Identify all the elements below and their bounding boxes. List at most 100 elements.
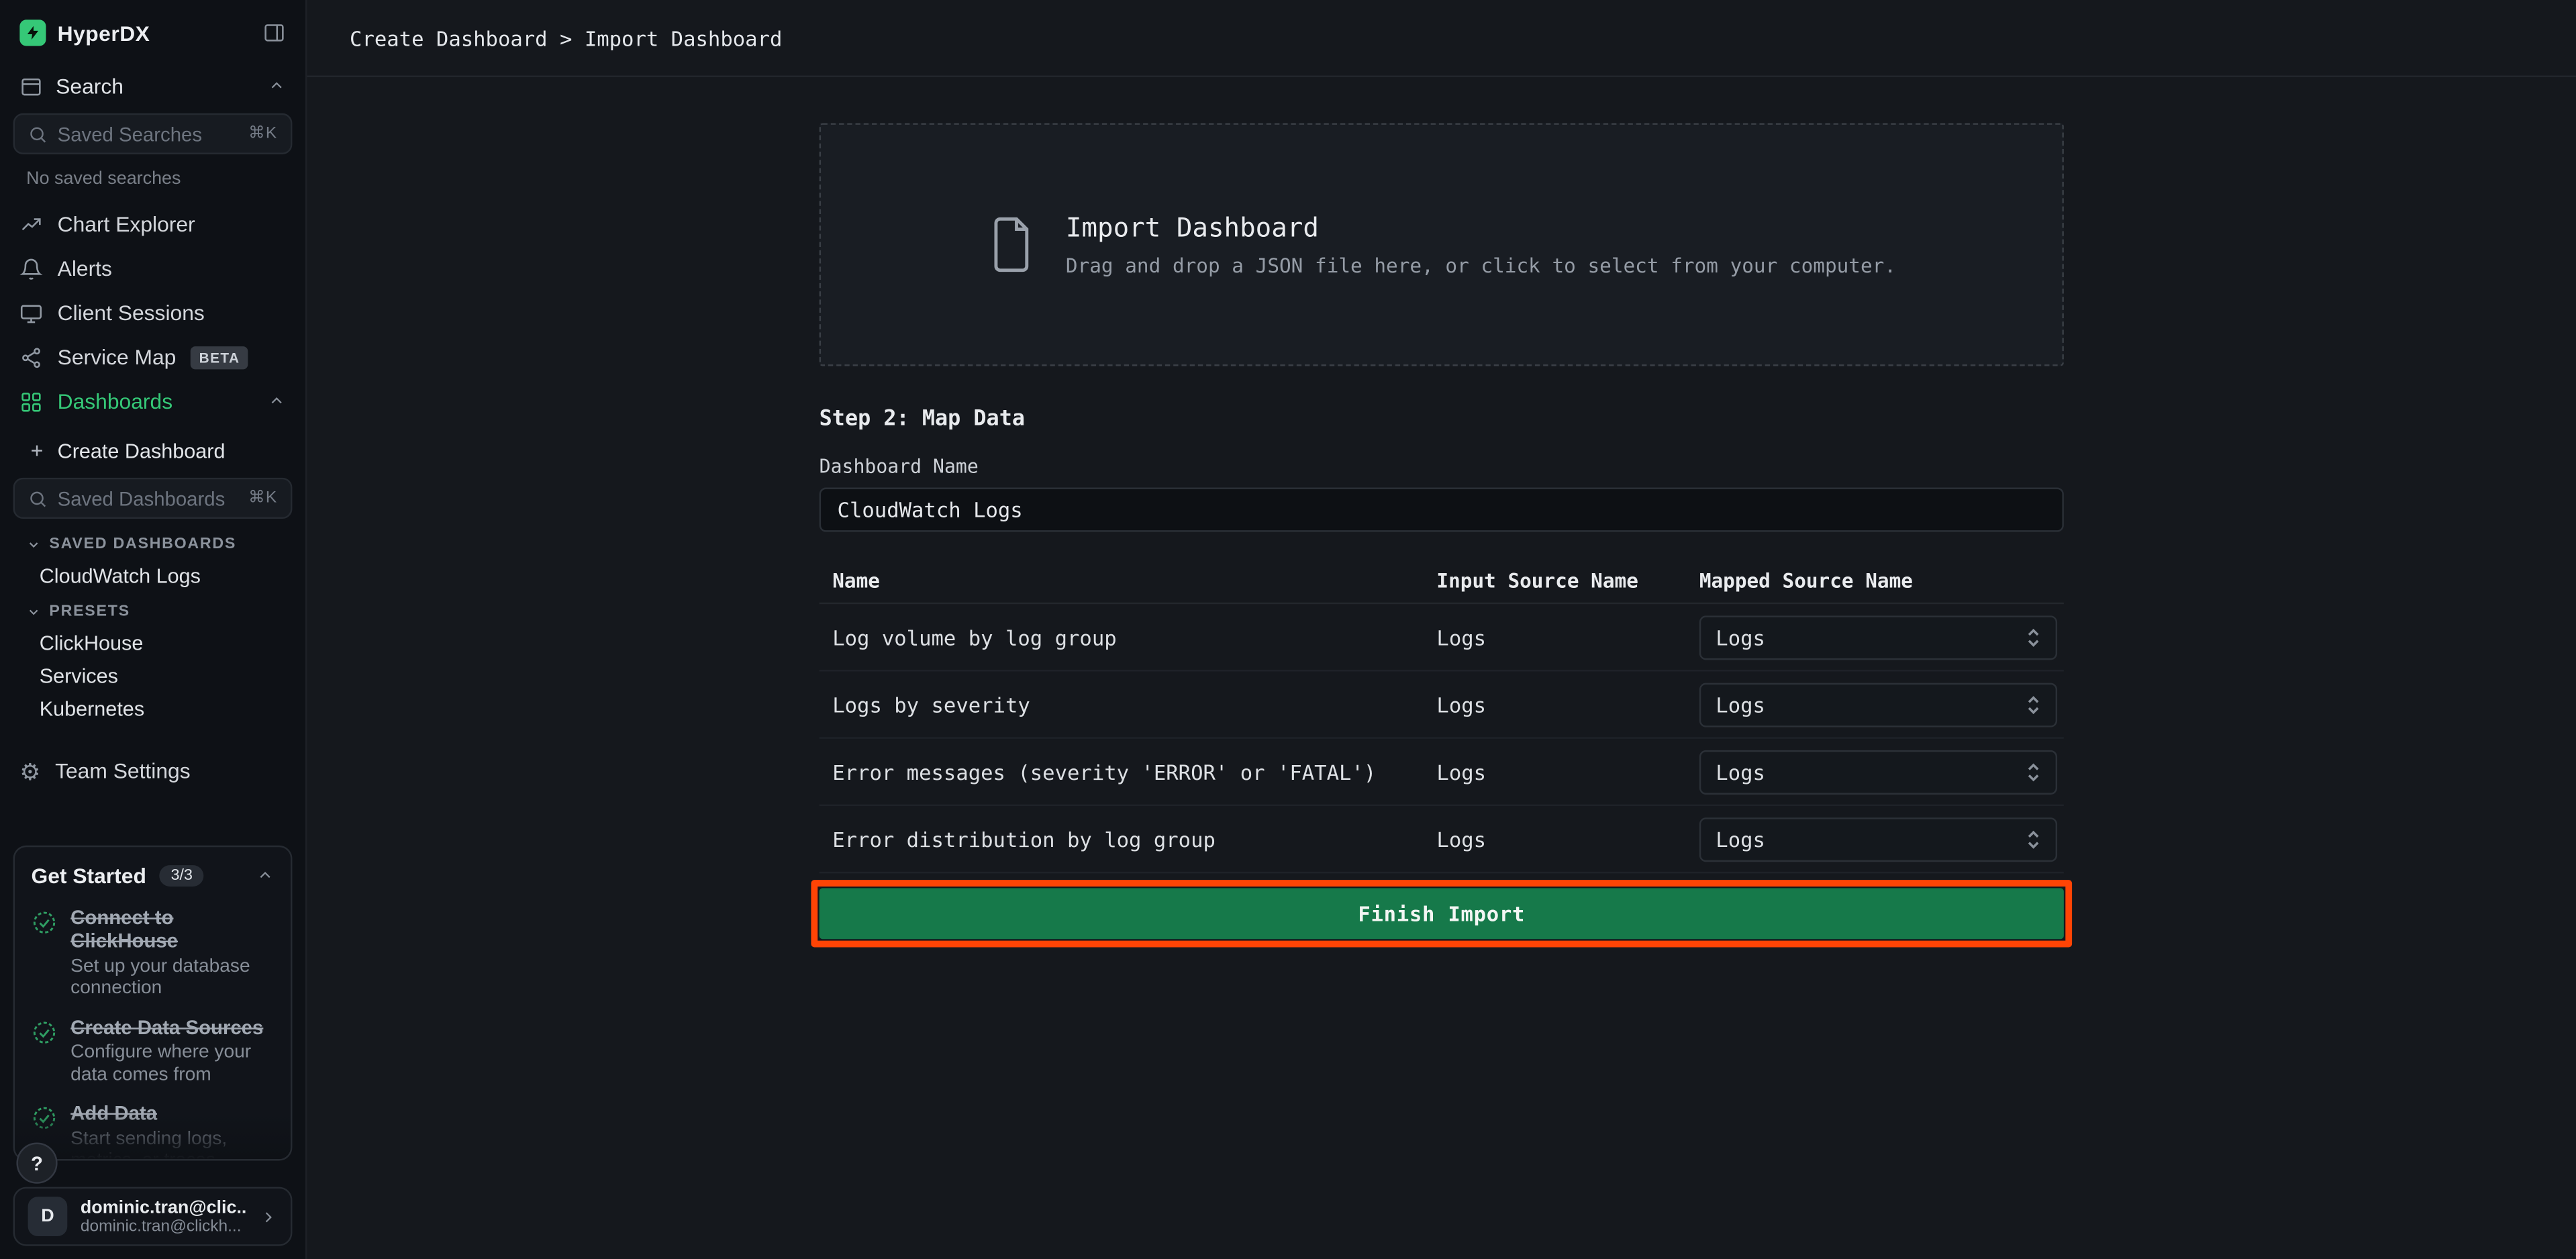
create-dashboard-button[interactable]: Create Dashboard — [0, 428, 305, 472]
saved-searches-input[interactable]: Saved Searches ⌘K — [13, 113, 293, 154]
dashboard-name-label: Dashboard Name — [820, 455, 2064, 478]
dropzone-subtitle: Drag and drop a JSON file here, or click… — [1066, 254, 1896, 277]
col-header-input-source: Input Source Name — [1436, 570, 1699, 593]
brand-title: HyperDX — [58, 21, 150, 46]
table-row: Logs by severity Logs Logs — [820, 671, 2064, 738]
saved-dashboard-item[interactable]: CloudWatch Logs — [0, 560, 305, 593]
table-row: Error distribution by log group Logs Log… — [820, 806, 2064, 873]
sidebar-item-team-settings[interactable]: ⚙ Team Settings — [0, 748, 305, 793]
chevron-down-icon — [26, 604, 41, 619]
mapped-source-select[interactable]: Logs — [1699, 817, 2057, 861]
table-header-row: Name Input Source Name Mapped Source Nam… — [820, 560, 2064, 604]
table-row: Error messages (severity 'ERROR' or 'FAT… — [820, 739, 2064, 806]
preset-item[interactable]: ClickHouse — [0, 627, 305, 660]
input-source-cell: Logs — [1436, 759, 1699, 784]
window-icon — [19, 74, 42, 97]
chart-name-cell: Log volume by log group — [832, 625, 1436, 650]
avatar: D — [28, 1197, 68, 1236]
mapped-source-value: Logs — [1716, 827, 2026, 852]
sidebar-item-dashboards[interactable]: Dashboards — [0, 379, 305, 423]
section-label-text: PRESETS — [49, 603, 130, 621]
nav-label: Service Map — [58, 345, 177, 370]
get-started-card: Get Started 3/3 Connect to ClickHouse Se… — [13, 846, 293, 1161]
chevron-up-icon[interactable] — [268, 77, 286, 95]
collapse-sidebar-icon[interactable] — [262, 21, 285, 44]
finish-import-button[interactable]: Finish Import — [820, 888, 2064, 939]
get-started-item-title: Create Data Sources — [70, 1016, 274, 1040]
dashboard-name-value: CloudWatch Logs — [838, 497, 1023, 522]
preset-item[interactable]: Kubernetes — [0, 693, 305, 725]
nav-label: Alerts — [58, 256, 112, 281]
input-source-cell: Logs — [1436, 827, 1699, 852]
mapping-table: Name Input Source Name Mapped Source Nam… — [820, 560, 2064, 873]
table-row: Log volume by log group Logs Logs — [820, 604, 2064, 671]
sidebar-section-search[interactable]: Search — [0, 62, 305, 108]
grid-icon — [19, 390, 42, 413]
select-chevrons-icon — [2026, 828, 2041, 850]
gear-icon: ⚙ — [19, 759, 40, 782]
nav-label: Client Sessions — [58, 301, 205, 325]
chevron-right-icon — [259, 1207, 277, 1225]
get-started-item[interactable]: Connect to ClickHouse Set up your databa… — [31, 906, 274, 1001]
mapped-source-value: Logs — [1716, 625, 2026, 650]
chart-name-cell: Logs by severity — [832, 692, 1436, 717]
chevron-up-icon[interactable] — [268, 393, 286, 411]
get-started-item-title: Connect to ClickHouse — [70, 906, 274, 953]
create-dashboard-label: Create Dashboard — [58, 439, 226, 462]
col-header-name: Name — [832, 570, 1436, 593]
sidebar-item-alerts[interactable]: Alerts — [0, 246, 305, 291]
finish-import-container: Finish Import — [820, 888, 2064, 939]
app-root: HyperDX Search Saved Searches ⌘K No save… — [0, 0, 2576, 1259]
preset-item[interactable]: Services — [0, 660, 305, 693]
mapped-source-select[interactable]: Logs — [1699, 750, 2057, 794]
main-area: Create Dashboard > Import Dashboard Impo… — [307, 0, 2576, 1259]
sidebar-item-service-map[interactable]: Service Map BETA — [0, 335, 305, 379]
get-started-item-desc: Configure where your data comes from — [70, 1043, 274, 1087]
get-started-item-desc: Start sending logs, metrics, or traces — [70, 1129, 274, 1161]
nav-label: Chart Explorer — [58, 212, 195, 237]
sidebar-header: HyperDX — [0, 0, 305, 62]
topbar: Create Dashboard > Import Dashboard — [307, 0, 2576, 77]
search-icon — [28, 124, 48, 144]
get-started-item[interactable]: Create Data Sources Configure where your… — [31, 1016, 274, 1087]
saved-dashboards-section-toggle[interactable]: SAVED DASHBOARDS — [0, 525, 305, 560]
check-circle-icon — [31, 1019, 57, 1088]
presets-section-toggle[interactable]: PRESETS — [0, 593, 305, 627]
get-started-title: Get Started — [31, 864, 146, 889]
mapped-source-select[interactable]: Logs — [1699, 615, 2057, 659]
shortcut-hint: ⌘K — [248, 125, 277, 143]
monitor-icon — [19, 301, 42, 324]
sidebar-item-chart-explorer[interactable]: Chart Explorer — [0, 202, 305, 246]
bell-icon — [19, 257, 42, 280]
team-settings-label: Team Settings — [55, 758, 191, 783]
json-dropzone[interactable]: Import Dashboard Drag and drop a JSON fi… — [820, 123, 2064, 366]
beta-badge: BETA — [191, 346, 248, 368]
mapped-source-select[interactable]: Logs — [1699, 682, 2057, 726]
sidebar-item-client-sessions[interactable]: Client Sessions — [0, 291, 305, 335]
chevron-up-icon[interactable] — [256, 867, 275, 885]
user-name: dominic.tran@clic... — [81, 1198, 246, 1217]
search-section-label: Search — [56, 74, 123, 99]
graph-icon — [19, 346, 42, 368]
select-chevrons-icon — [2026, 694, 2041, 715]
preset-label: Services — [40, 665, 118, 688]
saved-dashboards-input[interactable]: Saved Dashboards ⌘K — [13, 478, 293, 519]
sidebar: HyperDX Search Saved Searches ⌘K No save… — [0, 0, 307, 1259]
get-started-item-desc: Set up your database connection — [70, 957, 274, 1001]
dashboard-name-input[interactable]: CloudWatch Logs — [820, 488, 2064, 532]
chart-icon — [19, 213, 42, 236]
get-started-item[interactable]: Add Data Start sending logs, metrics, or… — [31, 1102, 274, 1160]
saved-dashboard-label: CloudWatch Logs — [40, 564, 201, 587]
mapped-source-value: Logs — [1716, 759, 2026, 784]
chart-name-cell: Error messages (severity 'ERROR' or 'FAT… — [832, 759, 1436, 784]
get-started-item-title: Add Data — [70, 1102, 274, 1125]
get-started-header[interactable]: Get Started 3/3 — [31, 864, 274, 889]
step-title: Step 2: Map Data — [820, 407, 2064, 432]
help-button[interactable]: ? — [16, 1143, 57, 1184]
nav-label: Dashboards — [58, 389, 173, 414]
saved-dashboards-placeholder: Saved Dashboards — [58, 487, 239, 509]
user-menu[interactable]: D dominic.tran@clic... dominic.tran@clic… — [13, 1187, 293, 1246]
saved-searches-placeholder: Saved Searches — [58, 122, 239, 145]
col-header-mapped-source: Mapped Source Name — [1699, 570, 2050, 593]
get-started-progress-badge: 3/3 — [159, 865, 204, 887]
